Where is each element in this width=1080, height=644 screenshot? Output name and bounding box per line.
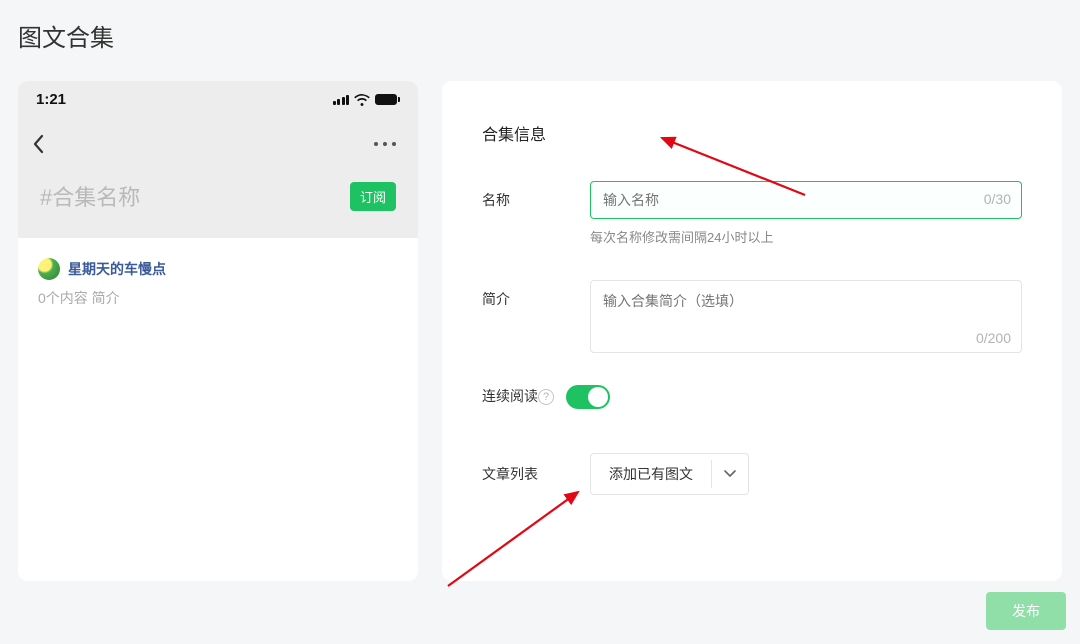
help-icon[interactable]: ? [538,389,554,405]
desc-input-wrap: 0/200 [590,280,1022,353]
author-row: 星期天的车慢点 [38,258,398,280]
phone-statusbar: 1:21 [18,81,418,118]
name-char-count: 0/30 [984,191,1011,207]
section-title: 合集信息 [482,121,1022,145]
form-panel: 合集信息 名称 0/30 每次名称修改需间隔24小时以上 简介 0/200 [442,81,1062,581]
content-wrap: 1:21 #合集名称 订阅 [0,53,1080,581]
subscribe-button[interactable]: 订阅 [350,182,396,211]
label-desc: 简介 [482,280,590,309]
phone-time: 1:21 [36,91,66,108]
phone-nav [18,118,418,170]
chevron-down-icon [711,460,748,488]
row-list: 文章列表 添加已有图文 [482,453,1022,495]
desc-char-count: 0/200 [976,330,1011,346]
label-list: 文章列表 [482,464,590,484]
meta-line: 0个内容 简介 [38,288,398,308]
more-icon[interactable] [374,142,400,146]
row-read: 连续阅读 ? [482,383,1022,409]
battery-icon [375,94,400,105]
name-input-wrap: 0/30 [590,181,1022,219]
preview-body: 星期天的车慢点 0个内容 简介 [18,238,418,328]
name-input[interactable] [591,182,1021,218]
signal-icon [333,95,350,105]
row-name: 名称 0/30 每次名称修改需间隔24小时以上 [482,181,1022,246]
name-hint: 每次名称修改需间隔24小时以上 [590,227,1022,246]
phone-status-icons [333,94,401,106]
add-existing-label: 添加已有图文 [591,454,711,494]
collection-name-placeholder: #合集名称 [40,180,140,212]
label-name: 名称 [482,181,590,210]
wifi-icon [354,94,370,106]
add-existing-dropdown[interactable]: 添加已有图文 [590,453,749,495]
publish-button[interactable]: 发布 [986,592,1066,630]
continuous-read-toggle[interactable] [566,385,610,409]
label-read: 连续阅读 [482,386,538,406]
page-title: 图文合集 [0,0,1080,53]
avatar [38,258,60,280]
row-desc: 简介 0/200 [482,280,1022,353]
desc-textarea[interactable] [591,281,1021,347]
preview-header: #合集名称 订阅 [18,170,418,238]
back-icon[interactable] [32,134,44,154]
phone-preview: 1:21 #合集名称 订阅 [18,81,418,581]
author-name: 星期天的车慢点 [68,259,166,279]
